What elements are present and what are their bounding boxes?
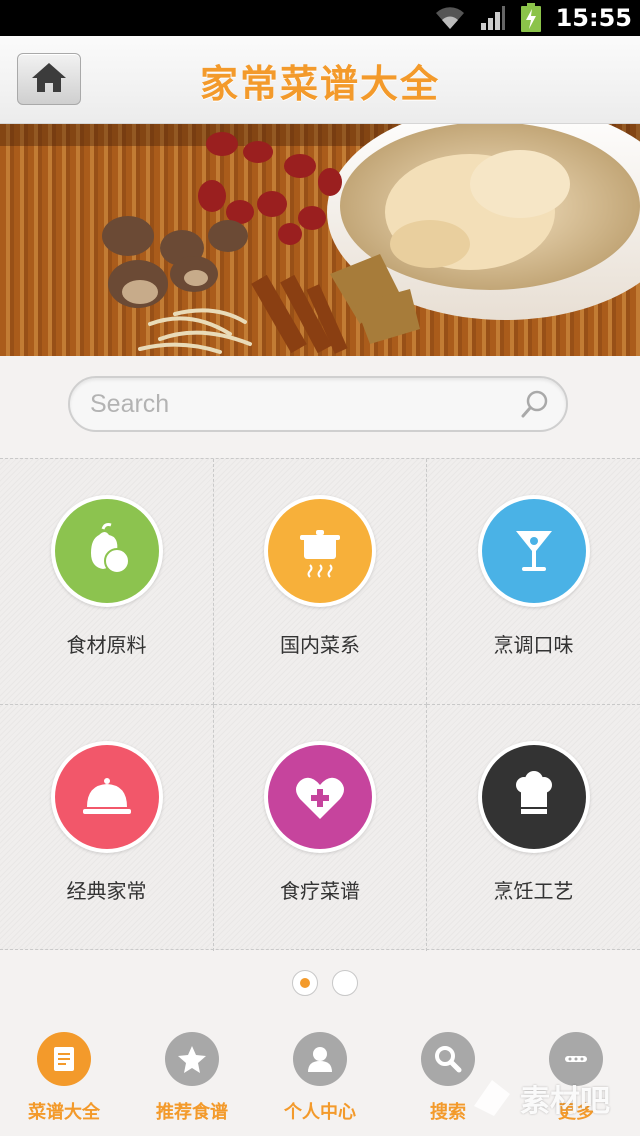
category-icon-ring [477,495,590,607]
watermark-text: 素材吧 [520,1084,610,1119]
nav-recipes[interactable]: 菜谱大全 [0,1020,128,1136]
category-label: 经典家常 [66,879,147,903]
page-dot-2[interactable] [332,970,358,996]
category-flavor[interactable]: 烹调口味 [427,459,640,705]
menu-book-icon [37,1032,91,1086]
category-grid: 食材原料 国内菜系 烹调口味 经典家常 食疗菜谱 烹饪工艺 [0,458,640,951]
category-label: 烹调口味 [493,633,574,657]
category-icon-ring [264,495,376,607]
category-label: 食材原料 [66,633,147,657]
category-label: 烹饪工艺 [493,879,574,903]
page-title: 家常菜谱大全 [199,61,440,106]
category-label: 国内菜系 [280,633,360,657]
category-dietary-therapy[interactable]: 食疗菜谱 [214,705,427,951]
star-icon [165,1032,219,1086]
category-icon-ring [477,741,590,853]
cocktail-glass-icon [481,499,586,603]
wifi-icon [434,5,466,31]
watermark: 素材吧 [470,1060,640,1136]
search-placeholder: Search [90,390,170,418]
category-home-classics[interactable]: 经典家常 [0,705,214,951]
signal-icon [480,5,506,31]
status-time: 15:55 [555,4,632,32]
vegetables-icon [54,499,159,603]
user-icon [293,1032,347,1086]
search-icon [421,1032,475,1086]
page-indicator [292,970,358,996]
search-input[interactable]: Search [68,376,568,432]
search-icon[interactable] [520,389,550,423]
app-header: 家常菜谱大全 [0,36,640,124]
heart-plus-icon [268,745,372,849]
battery-icon [520,3,542,33]
category-icon-ring [264,741,376,853]
category-icon-ring [50,495,163,607]
banner-image[interactable] [0,124,640,356]
steaming-pot-icon [268,499,372,603]
category-domestic-cuisine[interactable]: 国内菜系 [214,459,427,705]
category-label: 食疗菜谱 [280,879,360,903]
status-bar: 15:55 [0,0,640,36]
chef-hat-icon [481,745,586,849]
food-cloche-icon [54,745,159,849]
category-icon-ring [50,741,163,853]
nav-recommended[interactable]: 推荐食谱 [128,1020,256,1136]
category-cooking-technique[interactable]: 烹饪工艺 [427,705,640,951]
category-ingredients[interactable]: 食材原料 [0,459,214,705]
nav-label: 个人中心 [284,1102,356,1123]
nav-label: 推荐食谱 [156,1102,228,1123]
watermark-logo-icon [474,1080,510,1116]
nav-profile[interactable]: 个人中心 [256,1020,384,1136]
nav-label: 菜谱大全 [28,1102,100,1123]
page-dot-1[interactable] [292,970,318,996]
